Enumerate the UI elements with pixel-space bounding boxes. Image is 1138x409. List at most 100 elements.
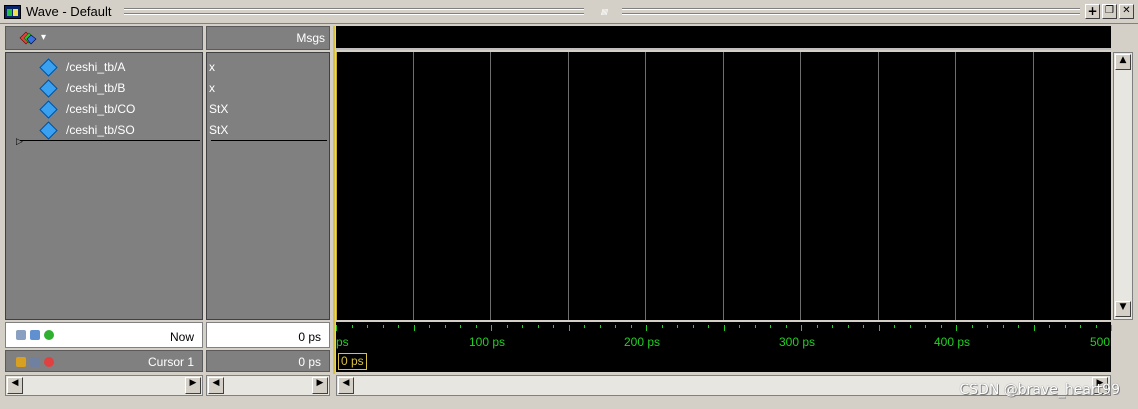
signal-list[interactable]: /ceshi_tb/A /ceshi_tb/B /ceshi_tb/CO /ce… (5, 52, 203, 320)
ruler-tick (398, 325, 399, 328)
ruler-tick (414, 325, 415, 331)
watermark: CSDN @brave_heart99 (959, 382, 1120, 398)
ruler-tick (1018, 325, 1019, 328)
wave-header (336, 26, 1111, 50)
signal-name: /ceshi_tb/A (66, 60, 126, 74)
ruler-tick (1034, 325, 1035, 331)
time-label: 200 ps (624, 335, 661, 349)
insertion-line (20, 140, 200, 141)
signal-name: /ceshi_tb/CO (66, 102, 136, 116)
cursor-track[interactable]: 0 ps (336, 350, 1111, 372)
signal-header: ▾ (5, 26, 203, 50)
ruler-tick (646, 325, 647, 331)
grid-line (413, 52, 414, 320)
grid-line (1033, 52, 1034, 320)
palette-icon[interactable] (18, 30, 38, 46)
ruler-tick (522, 325, 523, 328)
scroll-right-icon[interactable]: ▶ (185, 377, 201, 394)
ruler-tick (1003, 325, 1004, 328)
time-label: 300 ps (779, 335, 816, 349)
scroll-left-icon[interactable]: ◀ (338, 377, 354, 394)
cursor-line[interactable] (333, 26, 335, 374)
grid-line (800, 52, 801, 320)
ruler-tick (677, 325, 678, 328)
value-list[interactable]: x x StX StX (206, 52, 330, 320)
ruler-tick (1080, 325, 1081, 328)
now-value-cell: 0 ps (206, 322, 330, 348)
time-ruler[interactable]: ps 100 ps 200 ps 300 ps 400 ps 500 (336, 322, 1112, 350)
ruler-tick (491, 325, 492, 331)
grid-line (568, 52, 569, 320)
signal-value: x (209, 60, 215, 74)
ruler-tick (584, 325, 585, 328)
grid-line (955, 52, 956, 320)
cursor-row: Cursor 1 (5, 350, 203, 372)
ruler-tick (631, 325, 632, 328)
ruler-tick (1111, 325, 1112, 331)
scroll-left-icon[interactable]: ◀ (7, 377, 23, 394)
value-insertion-line (211, 140, 327, 141)
title-grip-right (622, 8, 1080, 10)
msgs-label: Msgs (296, 31, 325, 45)
grid-line (645, 52, 646, 320)
signal-icon (39, 58, 58, 77)
scroll-left-icon[interactable]: ◀ (208, 377, 224, 394)
ruler-tick (383, 325, 384, 328)
ruler-tick (786, 325, 787, 328)
signal-row[interactable]: /ceshi_tb/CO (6, 99, 204, 120)
now-value: 0 ps (298, 330, 321, 344)
zoom-icon[interactable] (16, 330, 26, 340)
signal-value: x (209, 81, 215, 95)
ruler-tick (894, 325, 895, 328)
undock-button[interactable]: ❐ (1102, 4, 1117, 19)
ruler-tick (832, 325, 833, 328)
ruler-tick (693, 325, 694, 328)
value-hscrollbar[interactable]: ◀ ▶ (206, 375, 330, 396)
add-cursor-icon[interactable] (44, 330, 54, 340)
title-grip-left (124, 8, 584, 10)
ruler-tick (662, 325, 663, 328)
scroll-right-icon[interactable]: ▶ (312, 377, 328, 394)
chevron-down-icon[interactable]: ▾ (41, 32, 46, 43)
ruler-tick (941, 325, 942, 328)
ruler-tick (925, 325, 926, 328)
grid-line (723, 52, 724, 320)
signal-hscrollbar[interactable]: ◀ ▶ (5, 375, 203, 396)
ruler-tick (553, 325, 554, 328)
close-button[interactable]: ✕ (1119, 4, 1134, 19)
time-label: 500 (1090, 335, 1111, 349)
signal-row[interactable]: /ceshi_tb/SO (6, 120, 204, 141)
monitor-icon[interactable] (30, 330, 40, 340)
grid-line (878, 52, 879, 320)
drag-handle-icon[interactable]: ///// (590, 8, 618, 17)
edit-cursor-icon[interactable] (30, 357, 40, 367)
ruler-tick (972, 325, 973, 328)
signal-row[interactable]: /ceshi_tb/B (6, 78, 204, 99)
lock-icon[interactable] (16, 357, 26, 367)
cursor-time-marker[interactable]: 0 ps (338, 353, 367, 370)
signal-row[interactable]: /ceshi_tb/A (6, 57, 204, 78)
ruler-tick (739, 325, 740, 328)
ruler-tick (367, 325, 368, 328)
signal-icon (39, 121, 58, 140)
ruler-tick (476, 325, 477, 328)
ruler-tick (1049, 325, 1050, 328)
ruler-tick (429, 325, 430, 328)
wave-canvas[interactable] (336, 52, 1111, 320)
signal-icon (39, 100, 58, 119)
wave-window-icon (4, 5, 21, 19)
add-window-button[interactable]: + (1085, 4, 1100, 19)
scroll-up-icon[interactable]: ▲ (1115, 54, 1131, 70)
vertical-scrollbar[interactable]: ▲ ▼ (1113, 52, 1133, 320)
ruler-tick (817, 325, 818, 328)
ruler-tick (724, 325, 725, 331)
scroll-down-icon[interactable]: ▼ (1115, 301, 1131, 317)
ruler-tick (569, 325, 570, 331)
ruler-tick (755, 325, 756, 328)
cursor-value-cell: 0 ps (206, 350, 330, 372)
time-label: 100 ps (469, 335, 506, 349)
insertion-marker-icon: ▷ (16, 136, 23, 146)
title-bar[interactable]: Wave - Default ///// + ❐ ✕ (0, 0, 1138, 24)
msgs-header: Msgs (206, 26, 330, 50)
remove-cursor-icon[interactable] (44, 357, 54, 367)
